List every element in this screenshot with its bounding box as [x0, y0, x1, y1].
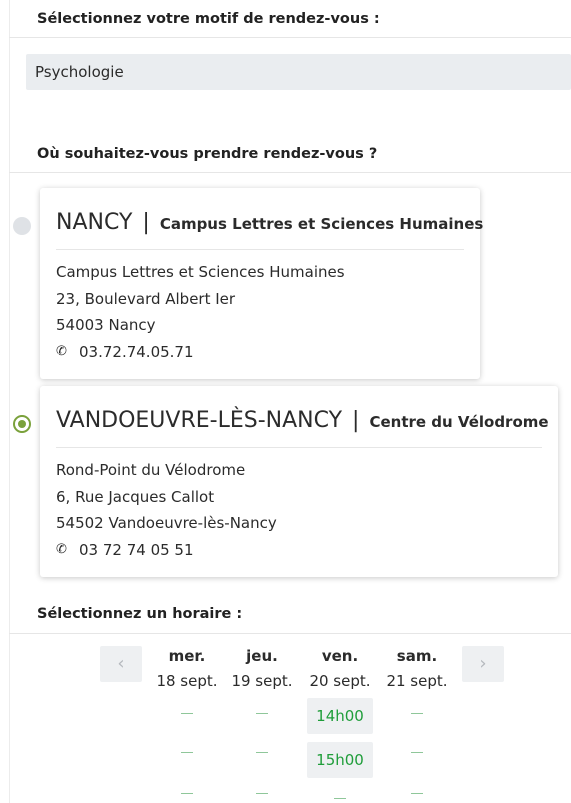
address-line: 23, Boulevard Albert Ier	[56, 289, 236, 308]
no-slot-dash	[411, 793, 423, 794]
day-name: jeu.	[246, 647, 278, 665]
no-slot-dash	[411, 713, 423, 714]
city-name: VANDOEUVRE-LÈS-NANCY	[56, 408, 343, 433]
address-line: 54502 Vandoeuvre-lès-Nancy	[56, 514, 277, 532]
day-column-sat: sam. 21 sept.	[372, 646, 462, 691]
location-radio-nancy[interactable]	[13, 217, 31, 235]
no-slot-dash	[256, 713, 268, 714]
phone-icon: ✆	[56, 541, 67, 557]
time-slot-button[interactable]: 14h00	[307, 698, 373, 734]
no-slot-dash	[256, 793, 268, 794]
day-column-thu: jeu. 19 sept.	[217, 646, 307, 691]
time-slot-button[interactable]: 15h00	[307, 742, 373, 778]
motif-title: Sélectionnez votre motif de rendez-vous …	[37, 11, 380, 27]
no-slot-dash	[181, 752, 193, 753]
location-title: Où souhaitez-vous prendre rendez-vous ?	[37, 146, 378, 162]
campus-name: Centre du Vélodrome	[369, 413, 549, 431]
address-line: Rond-Point du Vélodrome	[56, 461, 246, 479]
divider	[9, 172, 571, 173]
address-line: 54003 Nancy	[56, 316, 156, 334]
no-slot-dash	[411, 752, 423, 753]
location-card-nancy[interactable]: NANCY | Campus Lettres et Sciences Humai…	[40, 188, 483, 379]
schedule-title: Sélectionnez un horaire :	[37, 606, 243, 622]
no-slot-dash	[256, 752, 268, 753]
phone-number: 03 72 74 05 51	[79, 540, 194, 559]
address-block: Campus Lettres et Sciences Humaines 23, …	[56, 250, 464, 365]
city-name: NANCY	[56, 210, 133, 235]
phone-line: ✆ 03 72 74 05 51	[56, 537, 542, 564]
phone-line: ✆ 03.72.74.05.71	[56, 339, 464, 366]
address-line: Campus Lettres et Sciences Humaines	[56, 263, 345, 281]
address-line: 6, Rue Jacques Callot	[56, 487, 215, 506]
motif-select[interactable]: Psychologie	[26, 54, 571, 90]
chevron-left-icon: ‹	[117, 653, 125, 674]
phone-icon: ✆	[56, 343, 67, 359]
day-name: sam.	[396, 647, 438, 665]
phone-number: 03.72.74.05.71	[79, 342, 194, 361]
day-date: 19 sept.	[231, 672, 293, 690]
no-slot-dash	[181, 793, 193, 794]
divider	[9, 633, 571, 634]
left-border	[9, 0, 10, 803]
campus-name: Campus Lettres et Sciences Humaines	[159, 215, 484, 233]
appointment-page: Sélectionnez votre motif de rendez-vous …	[0, 0, 571, 803]
address-block: Rond-Point du Vélodrome 6, Rue Jacques C…	[56, 448, 542, 563]
prev-week-button[interactable]: ‹	[100, 646, 142, 682]
location-card-vandoeuvre[interactable]: VANDOEUVRE-LÈS-NANCY | Centre du Vélodro…	[40, 386, 558, 577]
location-radio-vandoeuvre[interactable]	[13, 415, 31, 433]
day-date: 21 sept.	[386, 672, 448, 690]
card-header: VANDOEUVRE-LÈS-NANCY | Centre du Vélodro…	[56, 386, 549, 448]
separator: |	[352, 408, 360, 433]
next-week-button[interactable]: ›	[462, 646, 504, 682]
separator: |	[142, 210, 150, 235]
no-slot-dash	[181, 713, 193, 714]
chevron-right-icon: ›	[479, 653, 487, 674]
divider	[9, 37, 571, 38]
no-slot-dash	[334, 798, 346, 799]
card-header: NANCY | Campus Lettres et Sciences Humai…	[56, 188, 483, 250]
